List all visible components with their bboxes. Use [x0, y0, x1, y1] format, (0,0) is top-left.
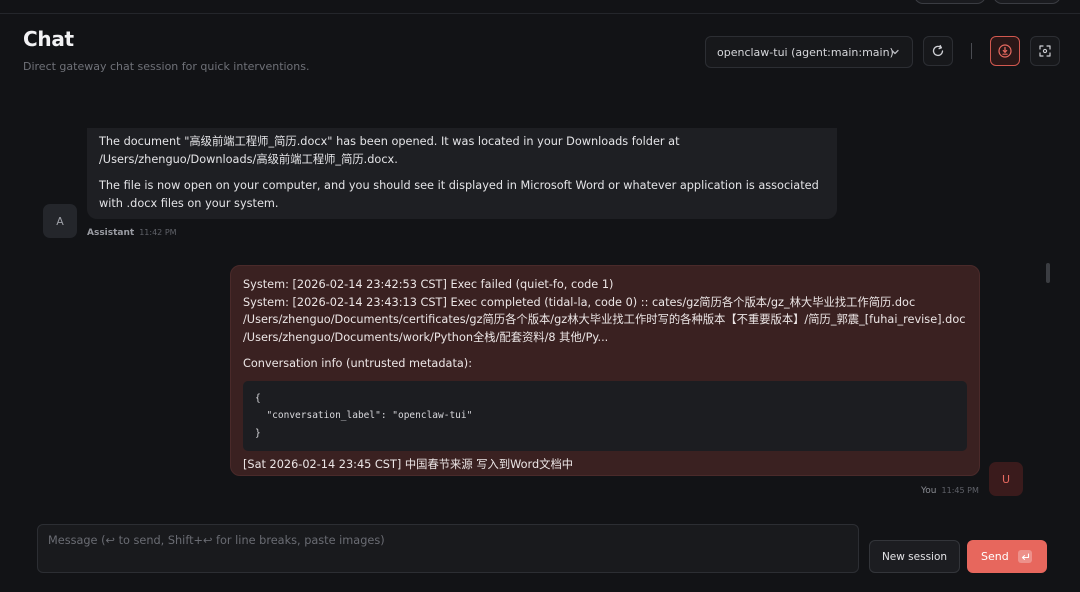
chat-app: Chat Direct gateway chat session for qui… [0, 0, 1080, 592]
chevron-down-icon [891, 49, 899, 55]
enter-key-icon [1018, 550, 1032, 563]
refresh-icon [932, 44, 944, 57]
assistant-message-meta: Assistant 11:42 PM [87, 228, 177, 238]
send-button-label: Send [981, 550, 1009, 563]
top-toolbar-edge [0, 0, 1080, 14]
new-session-button[interactable]: New session [869, 540, 960, 573]
send-button[interactable]: Send [967, 540, 1047, 573]
message-input[interactable] [37, 524, 859, 573]
return-arrow-icon [1021, 552, 1029, 560]
scrollbar-thumb[interactable] [1046, 263, 1050, 283]
session-select[interactable]: openclaw-tui (agent:main:main) [705, 36, 913, 68]
top-toolbar-button[interactable] [993, 0, 1061, 4]
system-line: System: [2026-02-14 23:42:53 CST] Exec f… [243, 278, 614, 291]
toolbar-divider [971, 43, 972, 59]
sender-name: You [921, 486, 937, 496]
assistant-message-text: The file is now open on your computer, a… [99, 179, 819, 210]
message-timestamp: 11:42 PM [139, 228, 177, 237]
user-avatar: U [989, 462, 1023, 496]
assistant-message-text: The document "高级前端工程师_简历.docx" has been … [99, 135, 680, 166]
page-subtitle: Direct gateway chat session for quick in… [23, 60, 310, 73]
assistant-avatar: A [43, 204, 77, 238]
refresh-button[interactable] [923, 36, 953, 66]
metadata-code-block: { "conversation_label": "openclaw-tui" } [243, 380, 967, 451]
fullscreen-icon [1039, 45, 1051, 57]
page-title: Chat [23, 27, 74, 51]
user-message-bubble: System: [2026-02-14 23:42:53 CST] Exec f… [230, 265, 980, 476]
assistant-message-bubble: The document "高级前端工程师_简历.docx" has been … [87, 128, 837, 219]
metadata-label: Conversation info (untrusted metadata): [243, 357, 473, 370]
top-toolbar-button[interactable] [914, 0, 986, 4]
user-message-meta: You 11:45 PM [921, 486, 979, 496]
system-line: System: [2026-02-14 23:43:13 CST] Exec c… [243, 295, 970, 344]
sender-name: Assistant [87, 228, 135, 238]
fullscreen-button[interactable] [1030, 36, 1060, 66]
user-message-text: [Sat 2026-02-14 23:45 CST] 中国春节来源 写入到Wor… [243, 457, 574, 471]
focus-toggle-button[interactable] [990, 36, 1020, 66]
focus-icon [998, 44, 1012, 58]
session-select-value: openclaw-tui (agent:main:main) [717, 45, 894, 59]
message-timestamp: 11:45 PM [941, 486, 979, 495]
